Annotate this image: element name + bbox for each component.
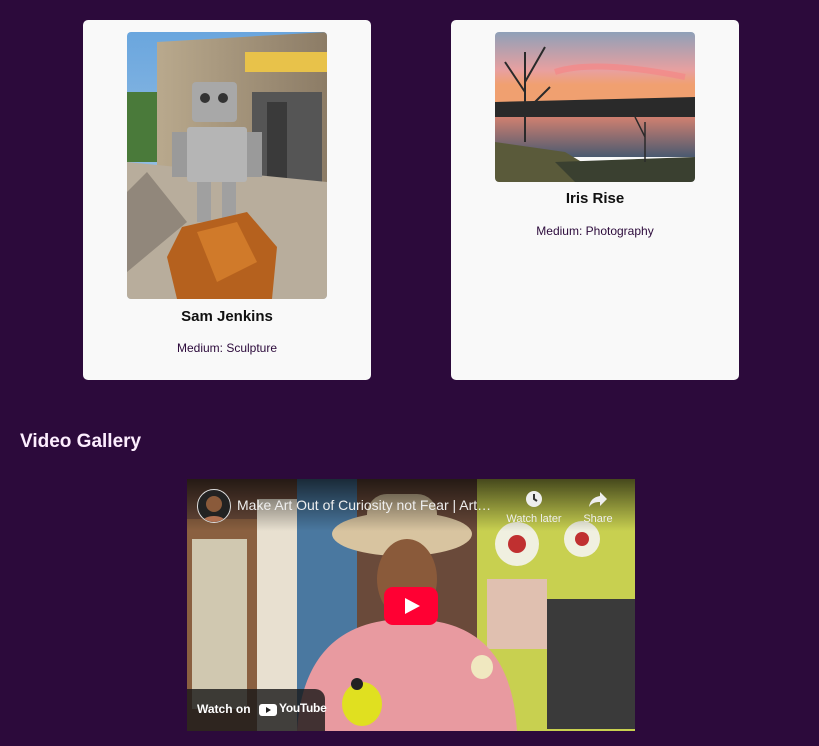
artist-medium: Medium: Sculpture bbox=[176, 341, 278, 355]
video-title[interactable]: Make Art Out of Curiosity not Fear | Art… bbox=[237, 497, 492, 513]
watch-on-label: Watch on bbox=[197, 702, 251, 716]
share-label: Share bbox=[583, 513, 613, 525]
video-embed[interactable]: Make Art Out of Curiosity not Fear | Art… bbox=[187, 479, 635, 731]
channel-avatar[interactable] bbox=[197, 489, 231, 523]
artist-medium: Medium: Photography bbox=[536, 224, 654, 238]
artist-card: Sam Jenkins Medium: Sculpture bbox=[83, 20, 371, 380]
artist-card: Iris Rise Medium: Photography bbox=[451, 20, 739, 380]
watch-on-youtube-button[interactable]: Watch on YouTube bbox=[187, 689, 327, 731]
youtube-logo-icon bbox=[259, 704, 277, 716]
section-title: Video Gallery bbox=[20, 431, 142, 452]
robot-sculpture-image bbox=[127, 32, 327, 299]
youtube-wordmark: YouTube bbox=[279, 701, 327, 715]
watch-later-button[interactable]: Watch later bbox=[503, 489, 565, 525]
share-icon bbox=[579, 489, 617, 509]
sunset-lake-image bbox=[495, 32, 695, 182]
artist-name: Sam Jenkins bbox=[181, 308, 273, 325]
watch-later-label: Watch later bbox=[506, 513, 562, 525]
clock-icon bbox=[503, 489, 565, 509]
artist-name: Iris Rise bbox=[565, 190, 625, 207]
share-button[interactable]: Share bbox=[579, 489, 617, 525]
play-button[interactable] bbox=[384, 587, 438, 625]
play-icon bbox=[384, 587, 438, 625]
